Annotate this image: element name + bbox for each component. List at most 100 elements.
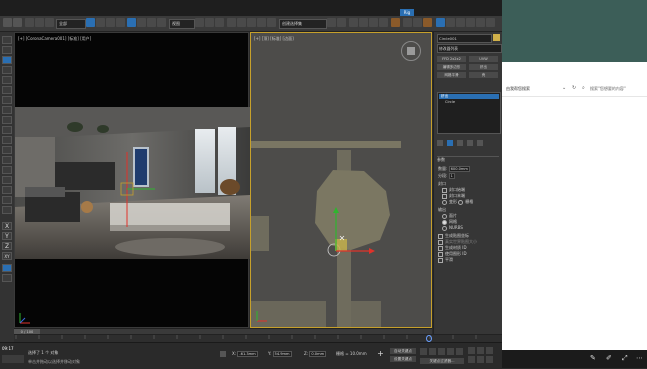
line-icon[interactable] <box>2 196 12 204</box>
morph-radio[interactable] <box>442 199 447 205</box>
cmd-create-tab-icon[interactable] <box>436 18 445 27</box>
expand-icon[interactable]: ⤢ <box>622 354 630 362</box>
configure-sets-icon[interactable] <box>477 140 483 146</box>
select-by-name-icon[interactable] <box>96 18 105 27</box>
link-icon[interactable] <box>25 18 34 27</box>
create-geometry-icon[interactable] <box>2 36 12 44</box>
tube-icon[interactable] <box>2 176 12 184</box>
zoom-icon[interactable] <box>468 347 475 354</box>
playhead-marker[interactable] <box>426 335 432 342</box>
segments-input[interactable]: 1 <box>448 173 455 179</box>
out-nurbs-row[interactable]: NURBS <box>442 225 463 231</box>
create-light-icon[interactable] <box>2 56 12 64</box>
create-camera-icon[interactable] <box>2 66 12 74</box>
smooth-row[interactable]: 平滑 <box>438 257 453 263</box>
go-to-start-icon[interactable] <box>420 348 427 355</box>
object-name-field[interactable]: Circle001 <box>437 34 492 43</box>
params-rollout-header[interactable]: 参数 <box>437 156 499 163</box>
material-editor-icon[interactable] <box>391 18 400 27</box>
render-icon[interactable] <box>423 18 432 27</box>
create-helper-icon[interactable] <box>2 76 12 84</box>
stack-item-circle[interactable]: Circle <box>439 100 503 105</box>
pivot-icon[interactable] <box>195 18 204 27</box>
show-end-result-icon[interactable] <box>447 140 453 146</box>
remove-modifier-icon[interactable] <box>467 140 473 146</box>
window-tab[interactable]: Rig <box>400 9 414 16</box>
align-icon[interactable] <box>337 18 346 27</box>
snap-3d-icon[interactable] <box>227 18 236 27</box>
cap-end-checkbox[interactable] <box>442 193 447 199</box>
cmd-motion-tab-icon[interactable] <box>466 18 475 27</box>
gen-mat-checkbox[interactable] <box>438 245 443 251</box>
smooth-checkbox[interactable] <box>438 257 443 263</box>
setkey-button[interactable]: 设置关键点 <box>390 356 416 362</box>
rotate-icon[interactable] <box>137 18 146 27</box>
zoom-all-icon[interactable] <box>477 347 484 354</box>
cap-start-checkbox[interactable] <box>442 187 447 193</box>
edit-icon[interactable]: ✐ <box>606 354 614 362</box>
gen-map-checkbox[interactable] <box>438 233 443 239</box>
angle-snap-icon[interactable] <box>237 18 246 27</box>
real-world-checkbox[interactable] <box>438 239 443 245</box>
undo-icon[interactable] <box>3 18 12 27</box>
amount-input[interactable]: 600.0mm <box>448 166 470 172</box>
modifier-list-dropdown[interactable]: 修改器列表 <box>437 44 502 53</box>
orbit-icon[interactable] <box>468 356 475 363</box>
bind-icon[interactable] <box>45 18 54 27</box>
modifier-button-editpoly[interactable]: 编辑多边形 <box>437 64 466 70</box>
unlink-icon[interactable] <box>35 18 44 27</box>
coord-z-input[interactable]: 0.0mm <box>309 351 327 357</box>
sphere-icon[interactable] <box>2 126 12 134</box>
maximize-viewport-icon[interactable] <box>486 356 493 363</box>
percent-snap-icon[interactable] <box>247 18 256 27</box>
pen-icon[interactable]: ✎ <box>590 354 598 362</box>
coord-x-input[interactable]: -61.3mm <box>237 351 258 357</box>
cmd-utilities-tab-icon[interactable] <box>486 18 495 27</box>
cmd-modify-tab-icon[interactable] <box>446 18 455 27</box>
cone-icon[interactable] <box>2 156 12 164</box>
keyboard-shortcut-icon[interactable] <box>215 18 224 27</box>
axis-y-button[interactable]: Y <box>2 232 12 240</box>
viewcube-icon[interactable] <box>401 41 421 61</box>
add-time-tag-icon[interactable]: + <box>376 349 385 358</box>
camera-viewport[interactable]: [+] [CoronaCamera001] [标准] [用户] <box>14 32 250 328</box>
stack-item-extrude[interactable]: 挤出 <box>439 94 499 99</box>
render-frame-icon[interactable] <box>413 18 422 27</box>
maxscript-listener[interactable] <box>2 355 24 363</box>
spinner-snap-icon[interactable] <box>257 18 266 27</box>
teapot-icon[interactable] <box>2 166 12 174</box>
window-crossing-icon[interactable] <box>116 18 125 27</box>
schematic-view-icon[interactable] <box>379 18 388 27</box>
isolate-icon[interactable] <box>2 274 12 282</box>
modifier-button-extrude[interactable]: 挤出 <box>469 64 498 70</box>
snap-toggle-icon[interactable] <box>2 264 12 272</box>
box-icon[interactable] <box>2 106 12 114</box>
pyramid-icon[interactable] <box>2 186 12 194</box>
more-icon[interactable]: ⋯ <box>636 354 644 362</box>
morph-row[interactable]: 变形 栅格 <box>442 199 473 205</box>
modifier-button-ffd[interactable]: FFD 2x2x2 <box>437 56 466 62</box>
view-dropdown[interactable]: 视图 <box>169 19 195 29</box>
place-icon[interactable] <box>157 18 166 27</box>
selection-set-dropdown[interactable]: 创建选择集 <box>279 19 327 29</box>
out-mesh-radio[interactable] <box>442 219 447 225</box>
key-filters-button[interactable]: 关键点过滤器... <box>420 358 464 364</box>
create-shape-icon[interactable] <box>2 46 12 54</box>
object-color-swatch[interactable] <box>493 34 500 41</box>
lock-selection-icon[interactable] <box>220 351 226 357</box>
rect-select-icon[interactable] <box>106 18 115 27</box>
top-viewport[interactable]: [+] [顶] [标准] [边面] <box>250 32 432 328</box>
cylinder-icon[interactable] <box>2 116 12 124</box>
edit-named-sel-icon[interactable] <box>267 18 276 27</box>
plane-icon[interactable] <box>2 136 12 144</box>
grid-radio[interactable] <box>458 199 464 205</box>
torus-icon[interactable] <box>2 146 12 154</box>
smooth-groups-checkbox[interactable] <box>438 251 443 257</box>
axis-z-button[interactable]: Z <box>2 242 12 250</box>
fov-icon[interactable] <box>477 356 484 363</box>
out-patch-radio[interactable] <box>442 213 447 219</box>
render-setup-icon[interactable] <box>403 18 412 27</box>
select-icon[interactable] <box>86 18 95 27</box>
scale-icon[interactable] <box>147 18 156 27</box>
spacewarp-icon[interactable] <box>2 86 12 94</box>
